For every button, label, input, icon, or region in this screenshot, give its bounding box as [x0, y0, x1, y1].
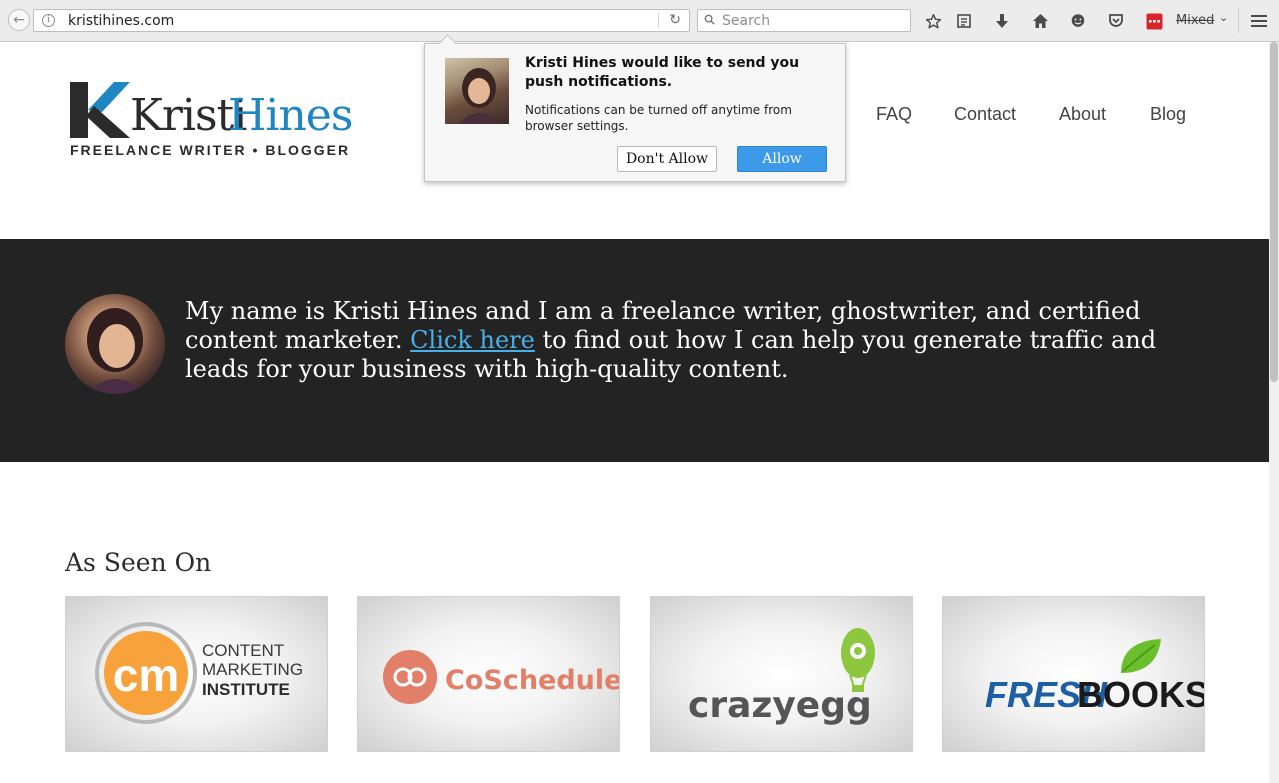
nav-faq[interactable]: FAQ: [876, 104, 912, 125]
page-scrollbar[interactable]: [1269, 42, 1279, 783]
logo-name-last: Hines: [228, 90, 353, 141]
logo-card-crazyegg[interactable]: crazyegg ™: [650, 596, 913, 752]
url-text: kristihines.com: [68, 13, 175, 29]
popup-message: Notifications can be turned off anytime …: [525, 103, 792, 133]
logo-tagline: FREELANCE WRITER • BLOGGER: [70, 142, 351, 158]
popup-title: Kristi Hines would like to send you push…: [525, 55, 800, 90]
cmi-line-2: MARKETING: [202, 660, 303, 679]
site-logo[interactable]: Kristi Hines FREELANCE WRITER • BLOGGER: [68, 76, 368, 160]
cmi-line-3: INSTITUTE: [202, 680, 290, 699]
nav-contact[interactable]: Contact: [954, 104, 1016, 125]
search-placeholder: Search: [722, 13, 771, 29]
intro-band: My name is Kristi Hines and I am a freel…: [0, 239, 1269, 462]
download-icon[interactable]: [992, 11, 1012, 31]
back-button[interactable]: ←: [8, 9, 30, 31]
as-seen-on-heading: As Seen On: [65, 548, 212, 577]
search-input[interactable]: Search: [697, 9, 911, 32]
freshbooks-wordmark-books: BOOKS: [1077, 674, 1205, 715]
author-avatar: [65, 294, 165, 394]
chevron-down-icon[interactable]: ⌄: [1219, 11, 1228, 24]
extension-icon[interactable]: [1144, 11, 1164, 31]
bookmark-star-icon[interactable]: [923, 11, 943, 31]
coschedule-logo: CoSchedule: [383, 650, 620, 704]
url-divider: [658, 13, 659, 28]
avatar-portrait: [459, 68, 501, 124]
coschedule-wordmark: CoSchedule: [445, 665, 620, 696]
cmi-logo: cm CONTENT MARKETING INSTITUTE: [95, 622, 303, 724]
crazyegg-logo: crazyegg ™: [688, 628, 875, 726]
home-icon[interactable]: [1030, 11, 1050, 31]
click-here-link[interactable]: Click here: [410, 326, 535, 354]
nav-blog[interactable]: Blog: [1150, 104, 1186, 125]
mixed-content-label[interactable]: Mixed: [1176, 13, 1214, 28]
info-icon[interactable]: i: [42, 14, 55, 27]
logo-card-content-marketing-institute[interactable]: cm CONTENT MARKETING INSTITUTE: [65, 596, 328, 752]
cmi-line-1: CONTENT: [202, 641, 284, 660]
popup-avatar: [445, 58, 509, 124]
crazyegg-wordmark: crazyegg: [688, 685, 872, 726]
push-notification-popup: Kristi Hines would like to send you push…: [424, 34, 846, 182]
menu-icon[interactable]: [1249, 11, 1269, 31]
chat-icon[interactable]: [1068, 11, 1088, 31]
search-icon: [704, 14, 715, 25]
reading-list-icon[interactable]: [954, 11, 974, 31]
reload-icon[interactable]: ↻: [669, 12, 681, 28]
intro-text: My name is Kristi Hines and I am a freel…: [185, 297, 1225, 384]
logo-card-freshbooks[interactable]: FRESH BOOKS: [942, 596, 1205, 752]
browser-toolbar: ← i kristihines.com ↻ Search Mixed ⌄: [0, 0, 1279, 42]
allow-button[interactable]: Allow: [737, 146, 827, 172]
back-icon: ←: [13, 12, 25, 28]
toolbar-divider: [1238, 8, 1239, 33]
crazyegg-trademark: ™: [850, 711, 859, 721]
cmi-initials: cm: [113, 649, 179, 701]
logo-k-mark: [70, 82, 130, 138]
freshbooks-logo: FRESH BOOKS: [985, 639, 1205, 715]
pocket-icon[interactable]: [1106, 11, 1126, 31]
address-bar[interactable]: i kristihines.com ↻: [33, 9, 690, 32]
scrollbar-thumb[interactable]: [1270, 42, 1278, 382]
logo-card-coschedule[interactable]: CoSchedule: [357, 596, 620, 752]
avatar-portrait: [85, 308, 147, 394]
nav-about[interactable]: About: [1059, 104, 1106, 125]
dont-allow-button[interactable]: Don't Allow: [617, 146, 717, 172]
